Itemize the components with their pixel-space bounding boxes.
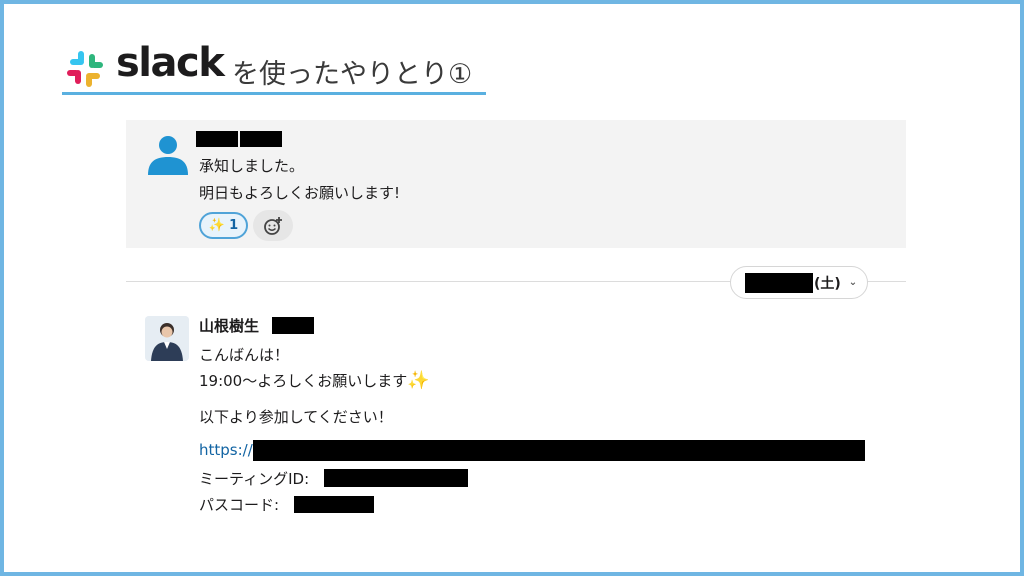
meeting-link[interactable]: https://	[199, 441, 253, 459]
passcode-label: パスコード:	[199, 496, 280, 514]
sparkles-reaction[interactable]: ✨ 1	[199, 212, 248, 239]
redacted-meeting-id	[324, 469, 468, 487]
meeting-id-label: ミーティングID:	[199, 470, 310, 488]
page-header: slack を使ったやりとり①	[62, 40, 486, 96]
sender-avatar[interactable]	[145, 316, 189, 361]
redacted-passcode	[294, 496, 374, 513]
chevron-down-icon: ⌄	[848, 277, 858, 288]
date-jump-button[interactable]: (土) ⌄	[730, 266, 868, 299]
page-title: を使ったやりとり①	[232, 59, 473, 90]
previous-message: 承知しました。 明日もよろしくお願いします! ✨ 1	[126, 120, 906, 248]
slide-frame: slack を使ったやりとり① 承知しました。 明日もよろしくお願いします! ✨…	[0, 0, 1024, 576]
user-avatar-icon	[148, 136, 188, 175]
title-underline	[62, 92, 486, 95]
slack-wordmark: slack	[116, 40, 225, 86]
message-text: 承知しました。	[199, 157, 305, 175]
redacted-sender-detail	[272, 317, 314, 334]
message-text: こんばんは！	[199, 346, 290, 364]
sender-name[interactable]: 山根樹生	[199, 315, 259, 336]
reaction-count: 1	[229, 218, 239, 233]
person-photo-icon	[145, 316, 189, 361]
message-text-inline: 19:00〜よろしくお願いします	[199, 372, 408, 390]
message-text: 以下より参加してください！	[199, 408, 393, 426]
slack-logo-icon	[67, 51, 103, 87]
redacted-sender-name	[196, 131, 282, 147]
redacted-date	[745, 272, 813, 293]
add-emoji-icon	[264, 216, 282, 235]
redacted-link	[253, 440, 865, 461]
sparkles-icon: ✨	[208, 218, 226, 233]
add-reaction-button[interactable]	[253, 210, 293, 241]
sparkles-icon: ✨	[407, 370, 430, 391]
message-text: 明日もよろしくお願いします!	[199, 184, 401, 202]
message-text: 19:00〜よろしくお願いします✨	[199, 370, 430, 391]
date-weekday: (土)	[814, 275, 841, 292]
